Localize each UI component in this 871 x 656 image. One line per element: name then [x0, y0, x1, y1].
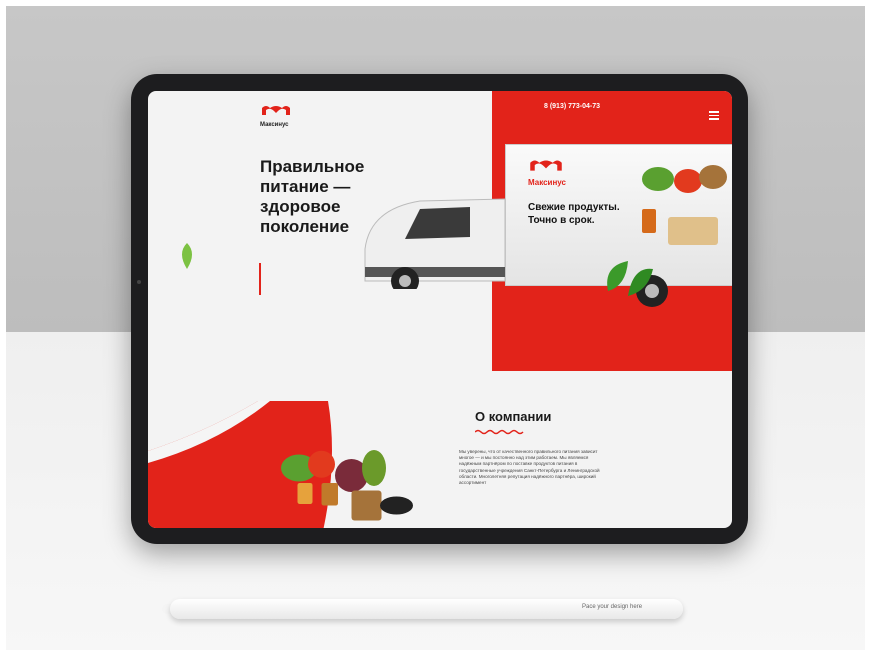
basil-leaves-image	[607, 261, 653, 296]
logo-mark-icon	[262, 106, 290, 115]
truck-groceries-image	[642, 165, 727, 245]
truck-cab-image	[364, 198, 506, 289]
truck-slogan-line2: Точно в срок.	[528, 215, 595, 226]
website-screen: Максинус 8 (913) 773-04-73 Правильное пи…	[148, 91, 732, 528]
phone-number[interactable]: 8 (913) 773-04-73	[544, 103, 600, 110]
site-logo[interactable]: Максинус	[260, 103, 300, 128]
scroll-down-indicator[interactable]	[259, 263, 261, 295]
leaf-icon	[182, 243, 192, 269]
hamburger-icon[interactable]	[709, 111, 719, 122]
about-text: Мы уверены, что от качественного правиль…	[459, 449, 600, 486]
pencil-label: Pace your design here	[582, 604, 643, 610]
logo-text: Максинус	[260, 122, 289, 128]
about-wave-divider	[475, 429, 524, 435]
camera-icon	[137, 280, 141, 284]
truck-logo: Максинус	[528, 157, 578, 187]
truck-logo-mark-icon	[530, 160, 562, 171]
about-title: О компании	[475, 409, 552, 424]
vegetables-basket-image	[281, 450, 413, 521]
truck-logo-text: Максинус	[528, 178, 567, 187]
truck-slogan: Свежие продукты. Точно в срок.	[528, 201, 648, 227]
truck-slogan-line1: Свежие продукты.	[528, 202, 620, 213]
